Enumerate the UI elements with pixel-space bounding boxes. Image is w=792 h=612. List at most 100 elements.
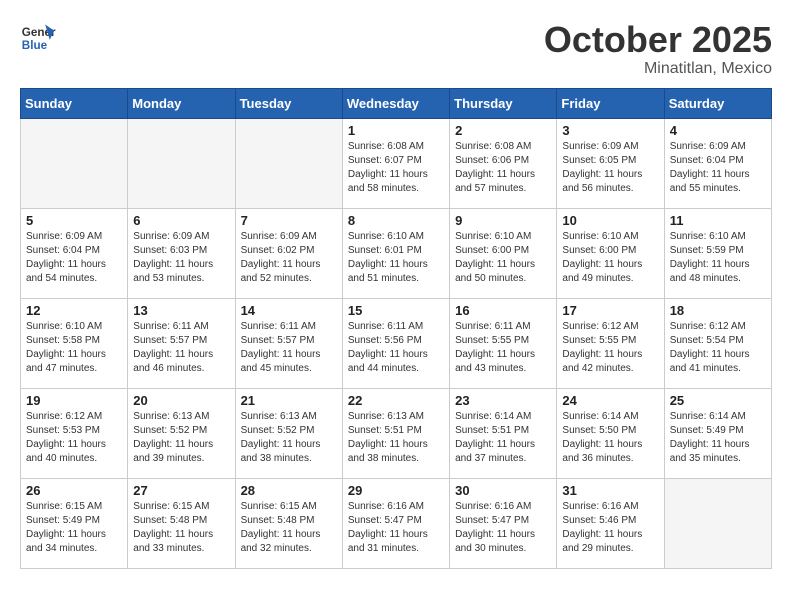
day-info: Sunrise: 6:11 AM Sunset: 5:57 PM Dayligh… <box>241 320 337 376</box>
day-number: 21 <box>241 393 337 408</box>
day-number: 20 <box>133 393 229 408</box>
calendar-cell: 4 Sunrise: 6:09 AM Sunset: 6:04 PM Daylig… <box>664 118 771 208</box>
title-block: October 2025 Minatitlan, Mexico <box>544 20 772 78</box>
day-number: 9 <box>455 213 551 228</box>
logo-icon: General Blue <box>20 20 56 56</box>
day-number: 1 <box>348 123 444 138</box>
day-info: Sunrise: 6:12 AM Sunset: 5:53 PM Dayligh… <box>26 410 122 466</box>
day-number: 7 <box>241 213 337 228</box>
calendar-cell: 23 Sunrise: 6:14 AM Sunset: 5:51 PM Dayli… <box>450 388 557 478</box>
calendar-week-3: 12 Sunrise: 6:10 AM Sunset: 5:58 PM Dayli… <box>21 298 772 388</box>
day-info: Sunrise: 6:11 AM Sunset: 5:56 PM Dayligh… <box>348 320 444 376</box>
calendar-week-2: 5 Sunrise: 6:09 AM Sunset: 6:04 PM Daylig… <box>21 208 772 298</box>
calendar-table: SundayMondayTuesdayWednesdayThursdayFrid… <box>20 88 772 569</box>
day-info: Sunrise: 6:09 AM Sunset: 6:03 PM Dayligh… <box>133 230 229 286</box>
day-info: Sunrise: 6:08 AM Sunset: 6:06 PM Dayligh… <box>455 140 551 196</box>
calendar-cell: 31 Sunrise: 6:16 AM Sunset: 5:46 PM Dayli… <box>557 478 664 568</box>
day-number: 5 <box>26 213 122 228</box>
day-header-sunday: Sunday <box>21 88 128 118</box>
day-number: 4 <box>670 123 766 138</box>
day-number: 22 <box>348 393 444 408</box>
day-info: Sunrise: 6:08 AM Sunset: 6:07 PM Dayligh… <box>348 140 444 196</box>
calendar-cell: 10 Sunrise: 6:10 AM Sunset: 6:00 PM Dayli… <box>557 208 664 298</box>
day-info: Sunrise: 6:09 AM Sunset: 6:04 PM Dayligh… <box>26 230 122 286</box>
day-info: Sunrise: 6:10 AM Sunset: 5:59 PM Dayligh… <box>670 230 766 286</box>
day-info: Sunrise: 6:15 AM Sunset: 5:48 PM Dayligh… <box>133 500 229 556</box>
calendar-cell <box>664 478 771 568</box>
day-number: 29 <box>348 483 444 498</box>
day-info: Sunrise: 6:16 AM Sunset: 5:47 PM Dayligh… <box>455 500 551 556</box>
calendar-cell: 6 Sunrise: 6:09 AM Sunset: 6:03 PM Daylig… <box>128 208 235 298</box>
calendar-cell: 9 Sunrise: 6:10 AM Sunset: 6:00 PM Daylig… <box>450 208 557 298</box>
day-info: Sunrise: 6:13 AM Sunset: 5:52 PM Dayligh… <box>241 410 337 466</box>
day-number: 2 <box>455 123 551 138</box>
calendar-cell: 20Sunrise: 6:13 AM Sunset: 5:52 PM Dayli… <box>128 388 235 478</box>
day-info: Sunrise: 6:14 AM Sunset: 5:51 PM Dayligh… <box>455 410 551 466</box>
day-info: Sunrise: 6:10 AM Sunset: 6:00 PM Dayligh… <box>455 230 551 286</box>
day-number: 19 <box>26 393 122 408</box>
day-header-monday: Monday <box>128 88 235 118</box>
calendar-week-4: 19 Sunrise: 6:12 AM Sunset: 5:53 PM Dayli… <box>21 388 772 478</box>
day-number: 28 <box>241 483 337 498</box>
day-number: 26 <box>26 483 122 498</box>
day-number: 12 <box>26 303 122 318</box>
calendar-week-5: 26 Sunrise: 6:15 AM Sunset: 5:49 PM Dayli… <box>21 478 772 568</box>
calendar-cell <box>21 118 128 208</box>
calendar-cell: 3 Sunrise: 6:09 AM Sunset: 6:05 PM Daylig… <box>557 118 664 208</box>
day-info: Sunrise: 6:09 AM Sunset: 6:04 PM Dayligh… <box>670 140 766 196</box>
day-number: 10 <box>562 213 658 228</box>
day-number: 8 <box>348 213 444 228</box>
day-number: 14 <box>241 303 337 318</box>
day-info: Sunrise: 6:11 AM Sunset: 5:55 PM Dayligh… <box>455 320 551 376</box>
day-info: Sunrise: 6:14 AM Sunset: 5:50 PM Dayligh… <box>562 410 658 466</box>
svg-text:Blue: Blue <box>22 39 48 52</box>
calendar-cell: 12 Sunrise: 6:10 AM Sunset: 5:58 PM Dayli… <box>21 298 128 388</box>
day-number: 3 <box>562 123 658 138</box>
day-info: Sunrise: 6:10 AM Sunset: 6:00 PM Dayligh… <box>562 230 658 286</box>
day-info: Sunrise: 6:12 AM Sunset: 5:55 PM Dayligh… <box>562 320 658 376</box>
day-header-saturday: Saturday <box>664 88 771 118</box>
day-number: 23 <box>455 393 551 408</box>
day-number: 6 <box>133 213 229 228</box>
calendar-cell: 19 Sunrise: 6:12 AM Sunset: 5:53 PM Dayli… <box>21 388 128 478</box>
day-number: 17 <box>562 303 658 318</box>
day-info: Sunrise: 6:15 AM Sunset: 5:49 PM Dayligh… <box>26 500 122 556</box>
calendar-cell: 21 Sunrise: 6:13 AM Sunset: 5:52 PM Dayli… <box>235 388 342 478</box>
calendar-body: 1 Sunrise: 6:08 AM Sunset: 6:07 PM Daylig… <box>21 118 772 568</box>
calendar-cell: 15 Sunrise: 6:11 AM Sunset: 5:56 PM Dayli… <box>342 298 449 388</box>
calendar-cell: 28Sunrise: 6:15 AM Sunset: 5:48 PM Dayli… <box>235 478 342 568</box>
calendar-cell: 24 Sunrise: 6:14 AM Sunset: 5:50 PM Dayli… <box>557 388 664 478</box>
logo: General Blue <box>20 20 56 56</box>
day-number: 11 <box>670 213 766 228</box>
day-header-friday: Friday <box>557 88 664 118</box>
calendar-cell: 7Sunrise: 6:09 AM Sunset: 6:02 PM Daylig… <box>235 208 342 298</box>
calendar-cell <box>235 118 342 208</box>
day-number: 16 <box>455 303 551 318</box>
day-header-thursday: Thursday <box>450 88 557 118</box>
day-info: Sunrise: 6:13 AM Sunset: 5:51 PM Dayligh… <box>348 410 444 466</box>
day-info: Sunrise: 6:10 AM Sunset: 5:58 PM Dayligh… <box>26 320 122 376</box>
day-header-tuesday: Tuesday <box>235 88 342 118</box>
day-info: Sunrise: 6:11 AM Sunset: 5:57 PM Dayligh… <box>133 320 229 376</box>
day-header-wednesday: Wednesday <box>342 88 449 118</box>
calendar-cell: 1 Sunrise: 6:08 AM Sunset: 6:07 PM Daylig… <box>342 118 449 208</box>
day-info: Sunrise: 6:10 AM Sunset: 6:01 PM Dayligh… <box>348 230 444 286</box>
calendar-header-row: SundayMondayTuesdayWednesdayThursdayFrid… <box>21 88 772 118</box>
calendar-cell <box>128 118 235 208</box>
calendar-cell: 22 Sunrise: 6:13 AM Sunset: 5:51 PM Dayli… <box>342 388 449 478</box>
day-number: 27 <box>133 483 229 498</box>
day-info: Sunrise: 6:16 AM Sunset: 5:46 PM Dayligh… <box>562 500 658 556</box>
calendar-cell: 18Sunrise: 6:12 AM Sunset: 5:54 PM Dayli… <box>664 298 771 388</box>
calendar-cell: 29Sunrise: 6:16 AM Sunset: 5:47 PM Dayli… <box>342 478 449 568</box>
day-number: 31 <box>562 483 658 498</box>
calendar-cell: 11 Sunrise: 6:10 AM Sunset: 5:59 PM Dayli… <box>664 208 771 298</box>
day-number: 24 <box>562 393 658 408</box>
calendar-cell: 16 Sunrise: 6:11 AM Sunset: 5:55 PM Dayli… <box>450 298 557 388</box>
day-number: 13 <box>133 303 229 318</box>
day-number: 30 <box>455 483 551 498</box>
day-info: Sunrise: 6:09 AM Sunset: 6:05 PM Dayligh… <box>562 140 658 196</box>
day-number: 25 <box>670 393 766 408</box>
calendar-cell: 26 Sunrise: 6:15 AM Sunset: 5:49 PM Dayli… <box>21 478 128 568</box>
day-number: 15 <box>348 303 444 318</box>
day-info: Sunrise: 6:14 AM Sunset: 5:49 PM Dayligh… <box>670 410 766 466</box>
